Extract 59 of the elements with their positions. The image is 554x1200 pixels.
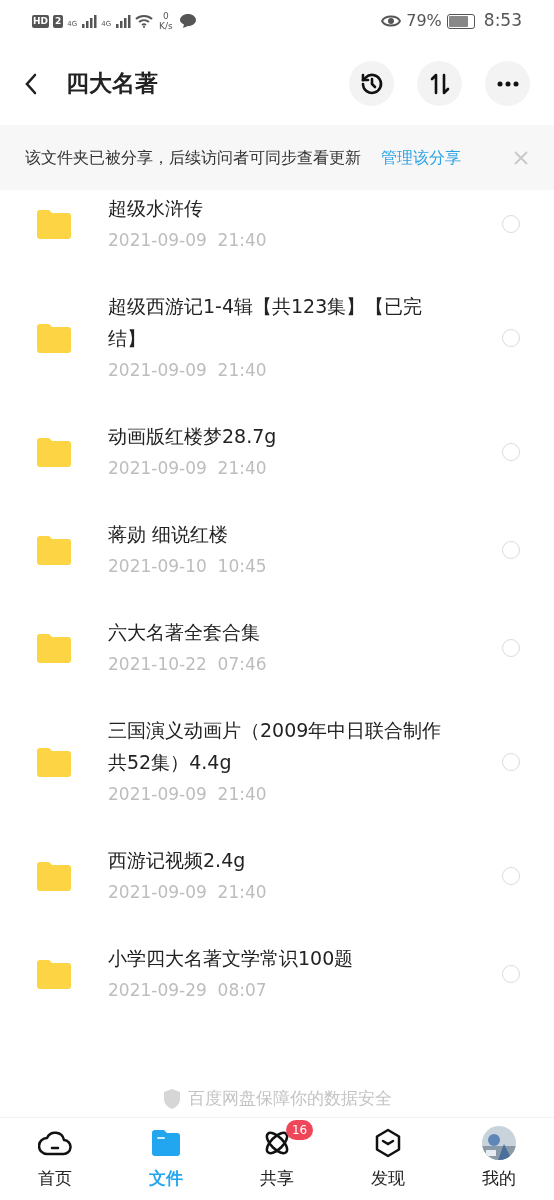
- folder-name[interactable]: 蒋勋 细说红楼: [108, 518, 458, 550]
- tab-label: 共享: [260, 1167, 294, 1191]
- chat-icon: [178, 13, 197, 29]
- folder-icon: [37, 535, 71, 565]
- modified-date: 2021-09-09 21:40: [108, 359, 268, 382]
- folder-name[interactable]: 超级西游记1-4辑【共123集】【已完结】: [108, 290, 458, 354]
- nav-tab[interactable]: 16 共享: [221, 1118, 333, 1200]
- folder-name[interactable]: 三国演义动画片（2009年中日联合制作共52集）4.4g: [108, 714, 458, 778]
- more-button[interactable]: [485, 61, 530, 106]
- nav-tab[interactable]: 我的: [443, 1118, 554, 1200]
- sim-indicator: 2: [53, 14, 64, 28]
- modified-date: 2021-09-09 21:40: [108, 229, 268, 252]
- tab-label: 首页: [38, 1167, 73, 1191]
- security-note: 百度网盘保障你的数据安全: [188, 1086, 392, 1110]
- nav-tab[interactable]: 首页: [0, 1118, 111, 1200]
- folder-name[interactable]: 动画版红楼梦28.7g: [108, 420, 458, 452]
- tab-label: 我的: [481, 1167, 516, 1191]
- battery-icon: [446, 13, 475, 29]
- signal-icon: [115, 14, 132, 28]
- modified-date: 2021-09-10 10:45: [108, 555, 268, 578]
- signal-icon: [81, 14, 98, 28]
- modified-date: 2021-09-09 21:40: [108, 457, 268, 480]
- hd-indicator: HD: [32, 14, 49, 28]
- modified-date: 2021-09-29 08:07: [108, 979, 268, 1002]
- modified-date: 2021-09-09 21:40: [108, 783, 268, 806]
- eye-icon: [381, 14, 402, 28]
- modified-date: 2021-09-09 21:40: [108, 881, 268, 904]
- nav-tab[interactable]: 发现: [332, 1118, 444, 1200]
- hexagon-icon: [373, 1128, 402, 1159]
- speed-unit: K/s: [159, 21, 173, 31]
- folder-icon: [37, 747, 71, 777]
- back-icon[interactable]: [24, 72, 38, 95]
- close-icon[interactable]: [514, 150, 528, 165]
- folder-name[interactable]: 小学四大名著文学常识100题: [108, 942, 458, 974]
- wifi-icon: [135, 14, 154, 28]
- more-icon: [496, 80, 519, 87]
- cloud-icon: [38, 1129, 73, 1158]
- tab-label: 发现: [370, 1167, 405, 1191]
- battery-percent: 79%: [406, 10, 442, 32]
- folder-icon: [37, 437, 71, 467]
- clock: 8:53: [483, 9, 522, 33]
- tab-label: 文件: [149, 1167, 184, 1191]
- speed-value: 0: [163, 11, 169, 21]
- folder-name[interactable]: 西游记视频2.4g: [108, 844, 458, 876]
- folder-icon: [37, 633, 71, 663]
- folder-name[interactable]: 六大名著全套合集: [108, 616, 458, 648]
- page-title: 四大名著: [66, 69, 159, 99]
- modified-date: 2021-10-22 07:46: [108, 653, 268, 676]
- folder-icon: [150, 1129, 183, 1158]
- sort-button[interactable]: [417, 61, 462, 106]
- notification-badge: 16: [286, 1120, 314, 1141]
- folder-icon: [37, 959, 71, 989]
- folder-name[interactable]: 超级水浒传: [108, 192, 458, 224]
- folder-icon: [37, 209, 71, 239]
- folder-icon: [37, 323, 71, 353]
- shield-icon: [162, 1087, 182, 1110]
- history-button[interactable]: [349, 61, 394, 106]
- folder-icon: [37, 861, 71, 891]
- share-notice: 该文件夹已被分享，后续访问者可同步查看更新: [25, 146, 361, 169]
